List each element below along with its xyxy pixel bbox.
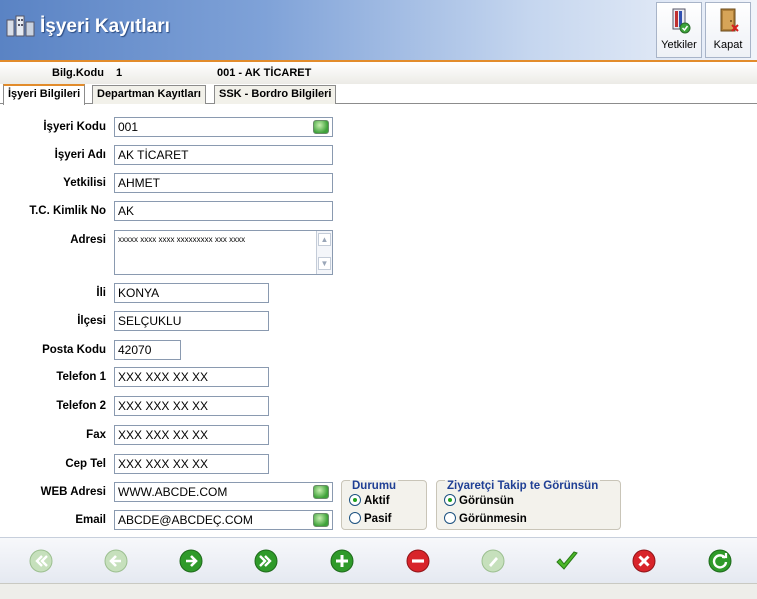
tab-departman-kayitlari[interactable]: Departman Kayıtları xyxy=(92,85,206,104)
company-info-bar: Bilg.Kodu 1 001 - AK TİCARET xyxy=(0,60,757,84)
cancel-icon xyxy=(632,549,656,573)
adres-label: Adresi xyxy=(70,234,106,246)
ziyaretci-title: Ziyaretçi Takip te Görünsün xyxy=(445,480,601,492)
add-icon xyxy=(330,549,354,573)
radio-aktif-dot[interactable] xyxy=(349,494,361,506)
edit-record-button[interactable] xyxy=(481,549,505,573)
kapat-button[interactable]: Kapat xyxy=(705,2,751,58)
adres-scrollbar[interactable]: ▲ ▼ xyxy=(316,231,332,274)
first-icon xyxy=(29,549,53,573)
delete-record-button[interactable] xyxy=(406,549,430,573)
telefon2-field[interactable]: XXX XXX XX XX xyxy=(114,396,269,416)
radio-gorunmesin-dot[interactable] xyxy=(444,512,456,524)
save-record-button[interactable] xyxy=(555,549,579,573)
company-name: 001 - AK TİCARET xyxy=(217,67,312,79)
next-icon xyxy=(179,549,203,573)
cep-tel-label: Cep Tel xyxy=(65,458,106,470)
kapat-label: Kapat xyxy=(713,39,743,51)
yetkilisi-label: Yetkilisi xyxy=(63,177,106,189)
radio-pasif[interactable]: Pasif xyxy=(349,512,392,525)
telefon1-field[interactable]: XXX XXX XX XX xyxy=(114,367,269,387)
ilce-label: İlçesi xyxy=(77,315,106,327)
adres-field[interactable]: xxxxx xxxx xxxx xxxxxxxxx xxx xxxx xyxy=(114,230,333,275)
send-email-icon[interactable] xyxy=(313,513,329,527)
radio-gorunmesin[interactable]: Görünmesin xyxy=(444,512,527,525)
isyeri-adi-label: İşyeri Adı xyxy=(54,149,106,161)
ilce-field[interactable]: SELÇUKLU xyxy=(114,311,269,331)
radio-gorunsun-dot[interactable] xyxy=(444,494,456,506)
delete-icon xyxy=(406,549,430,573)
radio-aktif[interactable]: Aktif xyxy=(349,494,390,507)
title-bar: İşyeri Kayıtları Yetkiler Kapat xyxy=(0,0,757,60)
record-toolbar xyxy=(0,537,757,583)
refresh-button[interactable] xyxy=(708,549,732,573)
telefon2-label: Telefon 2 xyxy=(56,400,106,412)
cancel-record-button[interactable] xyxy=(632,549,656,573)
radio-pasif-label: Pasif xyxy=(364,513,392,525)
edit-icon xyxy=(481,549,505,573)
previous-icon xyxy=(104,549,128,573)
status-bar xyxy=(0,583,757,599)
tc-kimlik-label: T.C. Kimlik No xyxy=(29,205,106,217)
app-icon xyxy=(6,15,35,37)
posta-kodu-field[interactable]: 42070 xyxy=(114,340,181,360)
yetkiler-button[interactable]: Yetkiler xyxy=(656,2,702,58)
radio-pasif-dot[interactable] xyxy=(349,512,361,524)
isyeri-adi-field[interactable]: AK TİCARET xyxy=(114,145,333,165)
tc-kimlik-field[interactable]: AK xyxy=(114,201,333,221)
web-adresi-label: WEB Adresi xyxy=(40,486,106,498)
fax-field[interactable]: XXX XXX XX XX xyxy=(114,425,269,445)
telefon1-label: Telefon 1 xyxy=(56,371,106,383)
durumu-title: Durumu xyxy=(350,480,399,492)
yetkilisi-field[interactable]: AHMET xyxy=(114,173,333,193)
scroll-up-icon[interactable]: ▲ xyxy=(318,233,331,246)
tab-strip: İşyeri Bilgileri Departman Kayıtları SSK… xyxy=(0,84,757,105)
email-label: Email xyxy=(75,514,106,526)
window-title: İşyeri Kayıtları xyxy=(40,16,170,37)
bilg-kodu-value: 1 xyxy=(116,67,123,79)
yetkiler-label: Yetkiler xyxy=(661,39,697,51)
last-record-button[interactable] xyxy=(254,549,278,573)
next-record-button[interactable] xyxy=(179,549,203,573)
previous-record-button[interactable] xyxy=(104,549,128,573)
scroll-down-icon[interactable]: ▼ xyxy=(318,257,331,270)
ziyaretci-group: Ziyaretçi Takip te Görünsün Görünsün Gör… xyxy=(436,480,621,530)
email-field[interactable]: ABCDE@ABCDEÇ.COM xyxy=(114,510,333,530)
radio-aktif-label: Aktif xyxy=(364,495,390,507)
open-web-icon[interactable] xyxy=(313,485,329,499)
posta-kodu-label: Posta Kodu xyxy=(42,344,106,356)
il-field[interactable]: KONYA xyxy=(114,283,269,303)
isyeri-kodu-label: İşyeri Kodu xyxy=(43,121,106,133)
save-icon xyxy=(556,551,578,570)
tab-ssk-bordro-bilgileri[interactable]: SSK - Bordro Bilgileri xyxy=(214,85,337,104)
durumu-group: Durumu Aktif Pasif xyxy=(341,480,427,530)
refresh-icon xyxy=(708,549,732,573)
close-door-icon xyxy=(720,8,739,32)
web-adresi-field[interactable]: WWW.ABCDE.COM xyxy=(114,482,333,502)
permissions-icon xyxy=(672,8,691,34)
isyeri-kodu-field[interactable]: 001 xyxy=(114,117,333,137)
lookup-icon[interactable] xyxy=(313,120,329,134)
il-label: İli xyxy=(96,287,106,299)
radio-gorunsun[interactable]: Görünsün xyxy=(444,494,514,507)
radio-gorunsun-label: Görünsün xyxy=(459,495,514,507)
fax-label: Fax xyxy=(86,429,106,441)
add-record-button[interactable] xyxy=(330,549,354,573)
first-record-button[interactable] xyxy=(29,549,53,573)
bilg-kodu-label: Bilg.Kodu xyxy=(52,67,104,79)
radio-gorunmesin-label: Görünmesin xyxy=(459,513,527,525)
tab-isyeri-bilgileri[interactable]: İşyeri Bilgileri xyxy=(3,84,86,105)
cep-tel-field[interactable]: XXX XXX XX XX xyxy=(114,454,269,474)
last-icon xyxy=(254,549,278,573)
